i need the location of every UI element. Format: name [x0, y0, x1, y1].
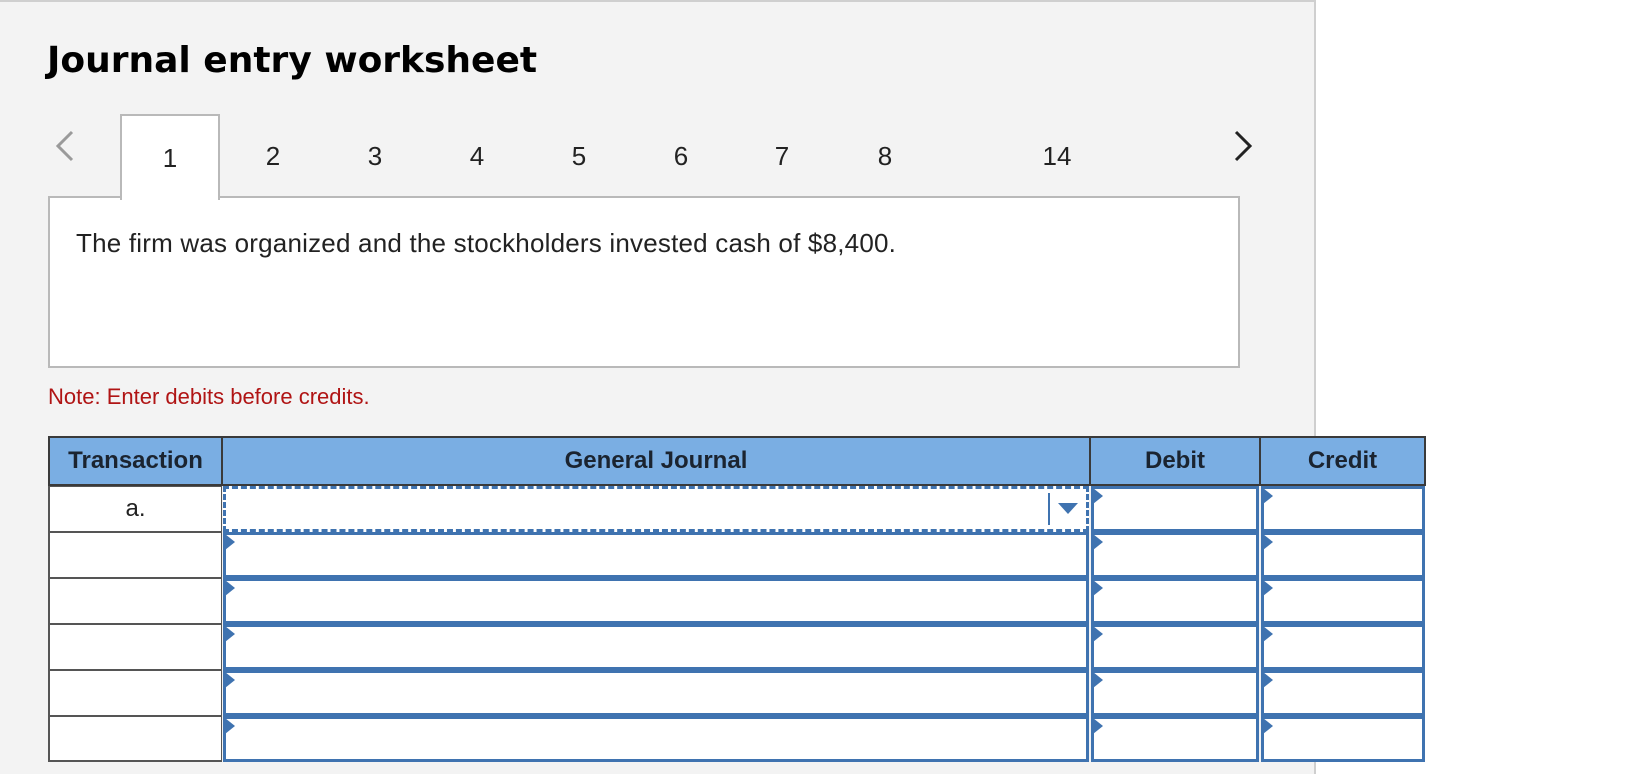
- credit-input[interactable]: [1261, 486, 1425, 532]
- input-marker-icon: [1093, 580, 1103, 596]
- tab-label: 4: [469, 140, 485, 171]
- account-select[interactable]: [223, 486, 1089, 532]
- tab-6[interactable]: 6: [634, 114, 728, 198]
- credit-input[interactable]: [1261, 624, 1425, 670]
- chevron-right-icon: [1234, 130, 1253, 162]
- tab-label: 14: [1042, 140, 1072, 171]
- table-header-row: Transaction General Journal Debit Credit: [48, 436, 1426, 486]
- tab-label: 8: [877, 140, 893, 171]
- input-marker-icon: [1263, 580, 1273, 596]
- dropdown-arrow-icon[interactable]: [1058, 503, 1078, 514]
- chevron-left-icon: [55, 130, 74, 162]
- input-marker-icon: [1263, 488, 1273, 504]
- transaction-description-box: The firm was organized and the stockhold…: [48, 196, 1240, 368]
- account-select[interactable]: [223, 578, 1089, 624]
- transaction-cell: [48, 532, 222, 578]
- credit-input[interactable]: [1261, 532, 1425, 578]
- debit-input[interactable]: [1091, 486, 1259, 532]
- input-marker-icon: [225, 534, 235, 550]
- tab-4[interactable]: 4: [430, 114, 524, 198]
- table-row: [48, 624, 1426, 670]
- input-marker-icon: [1093, 534, 1103, 550]
- tab-3[interactable]: 3: [328, 114, 422, 198]
- input-marker-icon: [1263, 534, 1273, 550]
- input-marker-icon: [225, 672, 235, 688]
- transaction-description: The firm was organized and the stockhold…: [76, 228, 897, 258]
- transaction-cell: a.: [48, 486, 222, 532]
- tab-5[interactable]: 5: [532, 114, 626, 198]
- tab-label: 2: [265, 140, 281, 171]
- account-select[interactable]: [223, 670, 1089, 716]
- debit-input[interactable]: [1091, 716, 1259, 762]
- instruction-note: Note: Enter debits before credits.: [48, 384, 370, 409]
- input-marker-icon: [1093, 626, 1103, 642]
- credit-input[interactable]: [1261, 578, 1425, 624]
- account-select[interactable]: [223, 532, 1089, 578]
- account-select[interactable]: [223, 716, 1089, 762]
- input-marker-icon: [225, 580, 235, 596]
- credit-column-header: Credit: [1260, 436, 1426, 486]
- transaction-cell: [48, 670, 222, 716]
- general-journal-column-header: General Journal: [222, 436, 1090, 486]
- table-row: [48, 532, 1426, 578]
- debit-input[interactable]: [1091, 578, 1259, 624]
- input-marker-icon: [1093, 718, 1103, 734]
- credit-input[interactable]: [1261, 670, 1425, 716]
- tab-8[interactable]: 8: [838, 114, 932, 198]
- tab-label: 3: [367, 140, 383, 171]
- tab-7[interactable]: 7: [735, 114, 829, 198]
- transaction-cell: [48, 716, 222, 762]
- input-marker-icon: [1263, 718, 1273, 734]
- account-select[interactable]: [223, 624, 1089, 670]
- transaction-cell: [48, 624, 222, 670]
- debit-input[interactable]: [1091, 532, 1259, 578]
- tab-label: 5: [571, 140, 587, 171]
- input-marker-icon: [1263, 672, 1273, 688]
- prev-tab-button[interactable]: [50, 126, 80, 166]
- debit-input[interactable]: [1091, 670, 1259, 716]
- credit-input[interactable]: [1261, 716, 1425, 762]
- input-marker-icon: [225, 718, 235, 734]
- debit-input[interactable]: [1091, 624, 1259, 670]
- tab-label: 1: [162, 142, 178, 173]
- tab-label: 6: [673, 140, 689, 171]
- tab-bar: 1 2 3 4 5 6 7 8 14: [0, 114, 1316, 200]
- transaction-column-header: Transaction: [48, 436, 222, 486]
- page-title: Journal entry worksheet: [47, 40, 538, 81]
- table-row: a.: [48, 486, 1426, 532]
- table-row: [48, 578, 1426, 624]
- dropdown-divider: [1048, 493, 1050, 525]
- input-marker-icon: [1263, 626, 1273, 642]
- tab-label: 7: [774, 140, 790, 171]
- table-row: [48, 716, 1426, 762]
- input-marker-icon: [225, 626, 235, 642]
- input-marker-icon: [1093, 488, 1103, 504]
- input-marker-icon: [1093, 672, 1103, 688]
- debit-column-header: Debit: [1090, 436, 1260, 486]
- general-journal-table: Transaction General Journal Debit Credit…: [48, 436, 1426, 762]
- transaction-cell: [48, 578, 222, 624]
- table-row: [48, 670, 1426, 716]
- tab-1[interactable]: 1: [120, 114, 220, 200]
- tab-14[interactable]: 14: [1010, 114, 1104, 198]
- next-tab-button[interactable]: [1228, 126, 1258, 166]
- tab-2[interactable]: 2: [226, 114, 320, 198]
